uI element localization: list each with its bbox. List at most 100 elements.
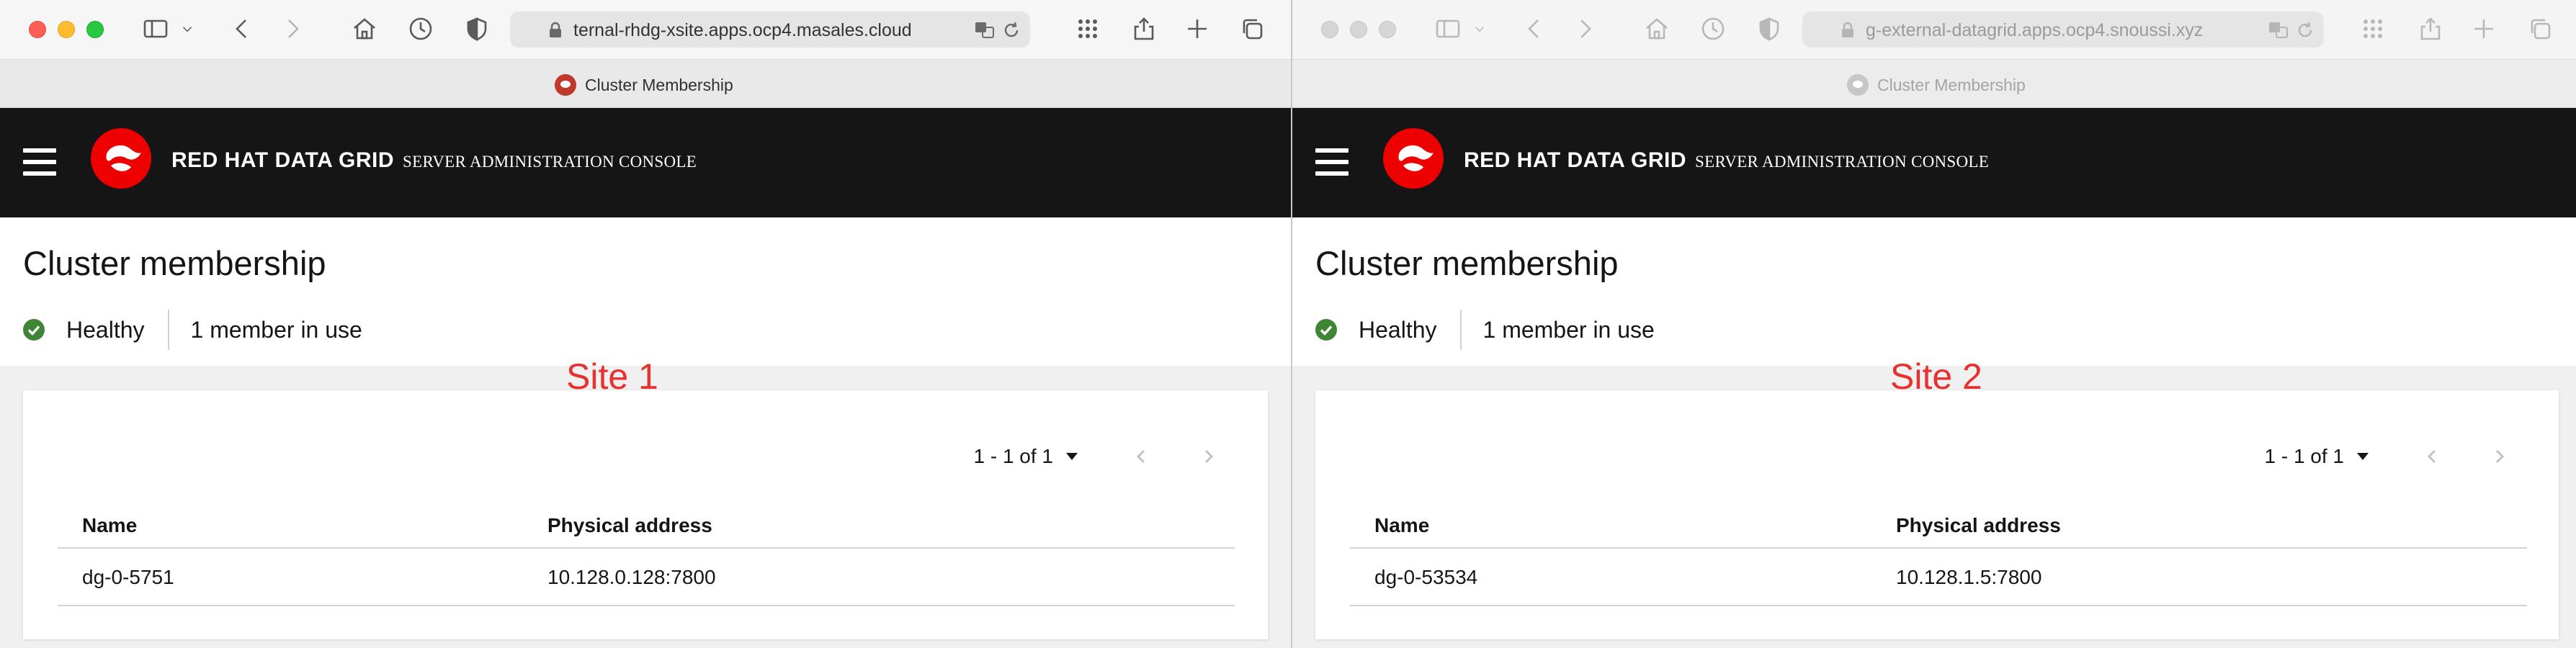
browser-window-site-1: ternal-rhdg-xsite.apps.ocp4.masales.clou… bbox=[0, 0, 1291, 648]
back-button[interactable] bbox=[1520, 14, 1549, 43]
cluster-members-card: 1 - 1 of 1 Name Physical address dg-0-53… bbox=[1315, 390, 2559, 639]
fullscreen-window-button[interactable] bbox=[86, 21, 104, 38]
home-icon[interactable] bbox=[350, 14, 379, 43]
column-header-name: Name bbox=[82, 514, 138, 536]
caret-down-icon[interactable] bbox=[2357, 453, 2369, 460]
health-status: Healthy bbox=[66, 316, 145, 343]
tab-strip: Cluster Membership bbox=[1292, 59, 2576, 108]
physical-address-cell: 10.128.0.128:7800 bbox=[547, 566, 716, 588]
back-button[interactable] bbox=[228, 14, 256, 43]
close-window-button[interactable] bbox=[29, 21, 46, 38]
new-tab-plus-icon[interactable] bbox=[2469, 14, 2498, 43]
hamburger-menu-icon[interactable] bbox=[23, 148, 56, 176]
pagination: 1 - 1 of 1 bbox=[2264, 441, 2559, 472]
tab-title-text: Cluster Membership bbox=[1877, 75, 2026, 94]
redhat-favicon-icon bbox=[1847, 74, 1869, 96]
page-header: Cluster membership Healthy 1 member in u… bbox=[0, 217, 1291, 366]
browser-window-site-2: g-external-datagrid.apps.ocp4.snoussi.xy… bbox=[1292, 0, 2576, 648]
fullscreen-window-button[interactable] bbox=[1379, 21, 1396, 38]
previous-page-button[interactable] bbox=[1127, 442, 1155, 471]
product-brand: RED HAT DATA GRID SERVER ADMINISTRATION … bbox=[1464, 148, 1989, 173]
site-label: Site 2 bbox=[1890, 356, 1982, 397]
minimize-window-button[interactable] bbox=[58, 21, 75, 38]
tab-overview-grid-icon[interactable] bbox=[2358, 14, 2387, 43]
screenshot: ternal-rhdg-xsite.apps.ocp4.masales.clou… bbox=[0, 0, 2576, 648]
tab-title-text: Cluster Membership bbox=[585, 75, 733, 94]
table-row: dg-0-5751 10.128.0.128:7800 bbox=[58, 549, 1235, 606]
check-circle-icon bbox=[23, 319, 45, 341]
chevron-down-icon[interactable] bbox=[1471, 14, 1488, 43]
column-header-name: Name bbox=[1374, 514, 1430, 536]
page-header: Cluster membership Healthy 1 member in u… bbox=[1292, 217, 2576, 366]
hamburger-menu-icon[interactable] bbox=[1315, 148, 1349, 176]
member-name-cell: dg-0-53534 bbox=[1374, 566, 1478, 588]
brand-sub-text: SERVER ADMINISTRATION CONSOLE bbox=[1695, 153, 1990, 171]
brand-main-text: RED HAT DATA GRID bbox=[171, 148, 395, 172]
reload-icon[interactable] bbox=[2295, 20, 2315, 40]
tabs-overview-icon[interactable] bbox=[1238, 14, 1266, 43]
shield-icon[interactable] bbox=[462, 14, 491, 43]
check-circle-icon bbox=[1315, 319, 1337, 341]
tabs-overview-icon[interactable] bbox=[2526, 14, 2554, 43]
home-icon[interactable] bbox=[1642, 14, 1671, 43]
lock-icon bbox=[1842, 22, 1853, 37]
pagination-toggle[interactable]: 1 - 1 of 1 bbox=[2264, 445, 2344, 468]
sidebar-toggle-icon[interactable] bbox=[141, 14, 170, 43]
status-divider bbox=[167, 310, 169, 350]
members-table: Name Physical address dg-0-53534 10.128.… bbox=[1350, 505, 2527, 606]
translate-icon[interactable] bbox=[974, 20, 996, 40]
active-tab[interactable]: Cluster Membership bbox=[555, 74, 733, 96]
physical-address-cell: 10.128.1.5:7800 bbox=[1896, 566, 2042, 588]
sidebar-toggle-icon[interactable] bbox=[1434, 14, 1462, 43]
page-title: Cluster membership bbox=[23, 244, 326, 282]
next-page-button[interactable] bbox=[1194, 442, 1223, 471]
caret-down-icon[interactable] bbox=[1066, 453, 1078, 460]
pagination-toggle[interactable]: 1 - 1 of 1 bbox=[973, 445, 1053, 468]
table-header-row: Name Physical address bbox=[58, 505, 1235, 549]
browser-toolbar: ternal-rhdg-xsite.apps.ocp4.masales.clou… bbox=[0, 0, 1291, 59]
members-in-use: 1 member in use bbox=[190, 316, 362, 343]
data-grid-logo-icon bbox=[91, 128, 151, 189]
reload-icon[interactable] bbox=[1001, 20, 1021, 40]
history-icon[interactable] bbox=[1699, 14, 1727, 43]
status-divider bbox=[1459, 310, 1462, 350]
shield-icon[interactable] bbox=[1755, 14, 1784, 43]
column-header-physical-address: Physical address bbox=[1896, 514, 2061, 536]
tab-strip: Cluster Membership bbox=[0, 59, 1291, 108]
forward-button[interactable] bbox=[278, 14, 307, 43]
lock-icon bbox=[550, 22, 561, 37]
share-icon[interactable] bbox=[2416, 14, 2445, 43]
url-text[interactable]: g-external-datagrid.apps.ocp4.snoussi.xy… bbox=[1866, 20, 2255, 41]
active-tab[interactable]: Cluster Membership bbox=[1847, 74, 2026, 96]
browser-toolbar: g-external-datagrid.apps.ocp4.snoussi.xy… bbox=[1292, 0, 2576, 59]
tab-overview-grid-icon[interactable] bbox=[1073, 14, 1102, 43]
close-window-button[interactable] bbox=[1321, 21, 1338, 38]
address-bar[interactable]: g-external-datagrid.apps.ocp4.snoussi.xy… bbox=[1802, 12, 2324, 48]
minimize-window-button[interactable] bbox=[1350, 21, 1367, 38]
member-name-cell: dg-0-5751 bbox=[82, 566, 174, 588]
site-label: Site 1 bbox=[566, 356, 658, 397]
table-header-row: Name Physical address bbox=[1350, 505, 2527, 549]
page-title: Cluster membership bbox=[1315, 244, 1619, 282]
members-in-use: 1 member in use bbox=[1482, 316, 1655, 343]
share-icon[interactable] bbox=[1130, 14, 1158, 43]
url-text[interactable]: ternal-rhdg-xsite.apps.ocp4.masales.clou… bbox=[573, 20, 962, 41]
chevron-down-icon[interactable] bbox=[179, 14, 196, 43]
pagination: 1 - 1 of 1 bbox=[973, 441, 1268, 472]
data-grid-logo-icon bbox=[1383, 128, 1444, 189]
new-tab-plus-icon[interactable] bbox=[1183, 14, 1212, 43]
members-table: Name Physical address dg-0-5751 10.128.0… bbox=[58, 505, 1235, 606]
address-bar[interactable]: ternal-rhdg-xsite.apps.ocp4.masales.clou… bbox=[510, 12, 1030, 48]
previous-page-button[interactable] bbox=[2418, 442, 2446, 471]
cluster-members-card: 1 - 1 of 1 Name Physical address dg-0-57… bbox=[23, 390, 1268, 639]
masthead: RED HAT DATA GRID SERVER ADMINISTRATION … bbox=[0, 108, 1291, 217]
translate-icon[interactable] bbox=[2268, 20, 2289, 40]
next-page-button[interactable] bbox=[2485, 442, 2514, 471]
health-status: Healthy bbox=[1359, 316, 1437, 343]
forward-button[interactable] bbox=[1570, 14, 1599, 43]
masthead: RED HAT DATA GRID SERVER ADMINISTRATION … bbox=[1292, 108, 2576, 217]
brand-sub-text: SERVER ADMINISTRATION CONSOLE bbox=[403, 153, 697, 171]
table-row: dg-0-53534 10.128.1.5:7800 bbox=[1350, 549, 2527, 606]
column-header-physical-address: Physical address bbox=[547, 514, 712, 536]
history-icon[interactable] bbox=[406, 14, 435, 43]
